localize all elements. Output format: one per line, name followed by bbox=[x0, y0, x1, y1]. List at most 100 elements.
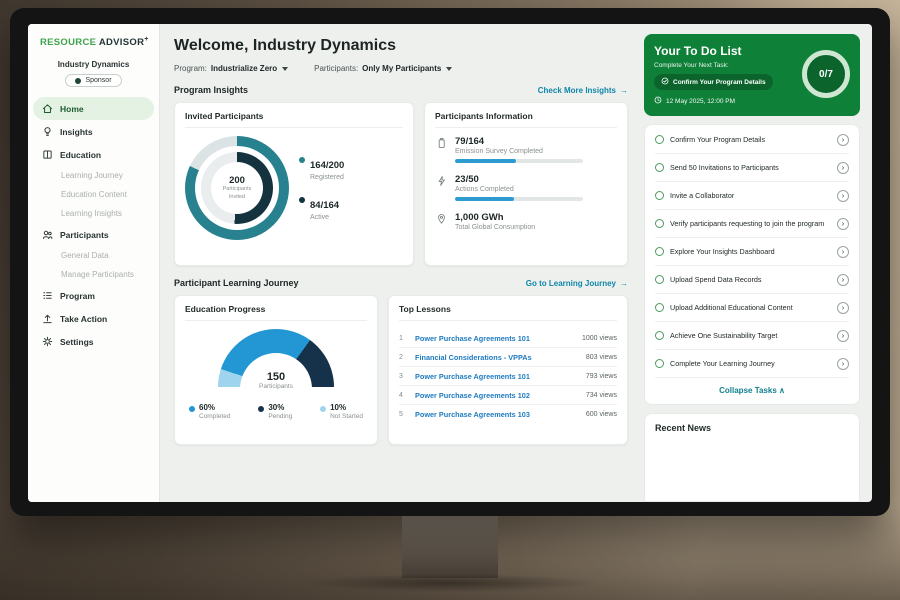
org-name: Industry Dynamics bbox=[28, 60, 159, 69]
task-row[interactable]: Explore Your Insights Dashboard › bbox=[655, 238, 849, 266]
program-filter[interactable]: Program: Industrialize Zero bbox=[174, 64, 288, 73]
collapse-tasks-link[interactable]: Collapse Tasks ∧ bbox=[655, 378, 849, 403]
task-row[interactable]: Upload Additional Educational Content › bbox=[655, 294, 849, 322]
participants-information-card: Participants Information 79/164 Emission… bbox=[424, 102, 628, 266]
donut-legend: 164/200 Registered 84/164 Active bbox=[299, 155, 344, 221]
legend-value: 84/164 bbox=[310, 200, 339, 211]
task-row[interactable]: Complete Your Learning Journey › bbox=[655, 350, 849, 378]
chevron-right-icon[interactable]: › bbox=[837, 218, 849, 230]
sidebar-item-education[interactable]: Education bbox=[28, 143, 159, 166]
go-to-learning-journey-link[interactable]: Go to Learning Journey → bbox=[526, 279, 628, 288]
link-label: Go to Learning Journey bbox=[526, 279, 616, 288]
chevron-right-icon[interactable]: › bbox=[837, 330, 849, 342]
sponsor-badge-label: Sponsor bbox=[85, 77, 111, 84]
filters-row: Program: Industrialize Zero Participants… bbox=[174, 64, 628, 73]
legend-pct: 30% bbox=[268, 403, 284, 412]
chevron-right-icon[interactable]: › bbox=[837, 162, 849, 174]
check-more-insights-link[interactable]: Check More Insights → bbox=[538, 86, 628, 95]
chevron-right-icon[interactable]: › bbox=[837, 302, 849, 314]
task-label: Explore Your Insights Dashboard bbox=[670, 247, 831, 257]
sidebar-item-home[interactable]: Home bbox=[33, 97, 154, 120]
lesson-link[interactable]: Power Purchase Agreements 102 bbox=[415, 391, 530, 400]
sidebar-item-education-content[interactable]: Education Content bbox=[28, 185, 159, 204]
sidebar-item-program[interactable]: Program bbox=[28, 284, 159, 307]
sidebar-item-insights[interactable]: Insights bbox=[28, 120, 159, 143]
lesson-row: 2 Financial Considerations - VPPAs 803 v… bbox=[399, 348, 617, 367]
lesson-views: 734 views bbox=[586, 392, 617, 399]
stat-label: Emission Survey Completed bbox=[455, 148, 583, 155]
chevron-down-icon bbox=[446, 67, 452, 71]
donut-center-value: 200 bbox=[229, 175, 245, 186]
legend-value: 164/200 bbox=[310, 160, 344, 171]
participants-filter-value: Only My Participants bbox=[362, 64, 441, 73]
sidebar-item-take-action[interactable]: Take Action bbox=[28, 307, 159, 330]
checkbox-circle[interactable] bbox=[655, 163, 664, 172]
checkbox-circle[interactable] bbox=[655, 303, 664, 312]
task-row[interactable]: Upload Spend Data Records › bbox=[655, 266, 849, 294]
chevron-right-icon[interactable]: › bbox=[837, 274, 849, 286]
legend-label: Registered bbox=[310, 174, 344, 181]
chevron-right-icon[interactable]: › bbox=[837, 246, 849, 258]
task-row[interactable]: Achieve One Sustainability Target › bbox=[655, 322, 849, 350]
legend-dot bbox=[299, 197, 305, 203]
sidebar-item-label: Program bbox=[60, 291, 95, 301]
sidebar-item-learning-journey[interactable]: Learning Journey bbox=[28, 166, 159, 185]
sidebar-item-manage-participants[interactable]: Manage Participants bbox=[28, 265, 159, 284]
checkbox-circle[interactable] bbox=[655, 191, 664, 200]
sidebar-item-settings[interactable]: Settings bbox=[28, 330, 159, 353]
task-row[interactable]: Send 50 Invitations to Participants › bbox=[655, 154, 849, 182]
stat-value: 79/164 bbox=[455, 136, 583, 147]
task-label: Upload Spend Data Records bbox=[670, 275, 831, 285]
chevron-right-icon[interactable]: › bbox=[837, 358, 849, 370]
checkbox-circle[interactable] bbox=[655, 359, 664, 368]
donut-inner-ring: 200 Participants Invited bbox=[201, 152, 273, 224]
app-logo: RESOURCE ADVISOR+ bbox=[28, 36, 159, 48]
list-icon bbox=[42, 290, 53, 301]
todo-subtitle: Complete Your Next Task: bbox=[654, 62, 796, 69]
bulb-icon bbox=[42, 126, 53, 137]
checkbox-circle[interactable] bbox=[655, 135, 664, 144]
next-task-pill[interactable]: Confirm Your Program Details bbox=[654, 74, 773, 90]
progress-bar bbox=[455, 197, 583, 201]
task-row[interactable]: Confirm Your Program Details › bbox=[655, 126, 849, 154]
link-label: Check More Insights bbox=[538, 86, 616, 95]
chevron-right-icon[interactable]: › bbox=[837, 134, 849, 146]
task-label: Send 50 Invitations to Participants bbox=[670, 163, 831, 173]
todo-summary-card: Your To Do List Complete Your Next Task:… bbox=[644, 34, 860, 116]
section-title: Program Insights bbox=[174, 85, 248, 95]
sidebar-item-participants[interactable]: Participants bbox=[28, 223, 159, 246]
legend-label: Completed bbox=[199, 413, 230, 420]
lesson-link[interactable]: Power Purchase Agreements 103 bbox=[415, 410, 530, 419]
lesson-row: 5 Power Purchase Agreements 103 600 view… bbox=[399, 405, 617, 423]
sidebar-item-learning-insights[interactable]: Learning Insights bbox=[28, 204, 159, 223]
insights-cards-row: Invited Participants 200 Participants In… bbox=[174, 102, 628, 266]
lesson-link[interactable]: Power Purchase Agreements 101 bbox=[415, 334, 530, 343]
page-title: Welcome, Industry Dynamics bbox=[174, 37, 628, 55]
lesson-rank: 2 bbox=[399, 354, 407, 361]
arrow-right-icon: → bbox=[620, 86, 628, 95]
lesson-link[interactable]: Power Purchase Agreements 101 bbox=[415, 372, 530, 381]
task-row[interactable]: Verify participants requesting to join t… bbox=[655, 210, 849, 238]
participants-filter-label: Participants: bbox=[314, 64, 358, 73]
checkbox-circle[interactable] bbox=[655, 331, 664, 340]
sidebar: RESOURCE ADVISOR+ Industry Dynamics Spon… bbox=[28, 24, 160, 502]
checkbox-circle[interactable] bbox=[655, 247, 664, 256]
task-row[interactable]: Invite a Collaborator › bbox=[655, 182, 849, 210]
chevron-right-icon[interactable]: › bbox=[837, 190, 849, 202]
gauge-legend: 60% Completed 30% Pending 10% Not Starte… bbox=[185, 403, 367, 420]
checkbox-circle[interactable] bbox=[655, 219, 664, 228]
lesson-link[interactable]: Financial Considerations - VPPAs bbox=[415, 353, 532, 362]
invited-donut-chart: 200 Participants Invited 164/200 bbox=[185, 136, 403, 240]
upload-icon bbox=[42, 313, 53, 324]
lesson-views: 1000 views bbox=[582, 335, 617, 342]
progress-bar bbox=[455, 159, 583, 163]
card-title: Education Progress bbox=[185, 304, 367, 321]
participants-filter[interactable]: Participants: Only My Participants bbox=[314, 64, 452, 73]
checkbox-circle[interactable] bbox=[655, 275, 664, 284]
sidebar-item-label: Take Action bbox=[60, 314, 107, 324]
legend-label: Active bbox=[310, 214, 339, 221]
chevron-up-icon: ∧ bbox=[779, 386, 785, 395]
lesson-rank: 1 bbox=[399, 335, 407, 342]
sidebar-item-general-data[interactable]: General Data bbox=[28, 246, 159, 265]
legend-dot bbox=[258, 406, 264, 412]
